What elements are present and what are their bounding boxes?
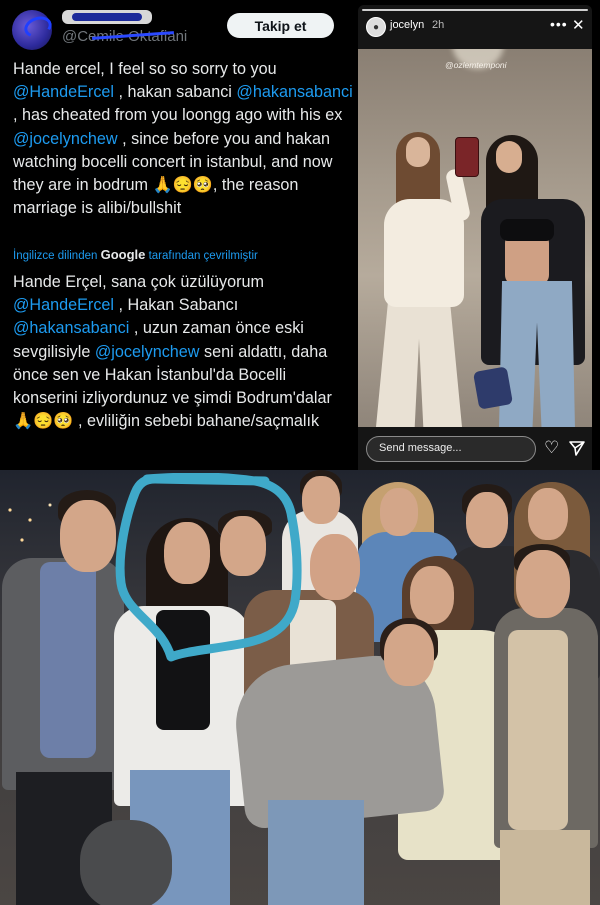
mention-link[interactable]: @hakansabanci — [13, 319, 129, 337]
text-segment: Hande ercel, I feel so so sorry to you — [13, 60, 277, 78]
redacted-display-name — [62, 10, 152, 24]
heart-icon[interactable]: ♡ — [544, 439, 559, 456]
story-time: 2h — [432, 19, 445, 31]
mention-link[interactable]: @hakansabanci — [236, 83, 352, 101]
woman-left-pants — [376, 301, 462, 427]
more-dots-icon[interactable]: ••• — [550, 16, 568, 32]
woman-right-face — [496, 141, 522, 173]
send-icon[interactable] — [568, 439, 586, 457]
woman-right-crop-top — [500, 219, 554, 241]
story-username[interactable]: jocelyn — [390, 19, 424, 31]
annotation-circle — [115, 473, 302, 662]
avatar-scribble — [21, 13, 55, 41]
story-avatar[interactable]: ● — [366, 17, 386, 37]
follow-button[interactable]: Takip et — [227, 13, 334, 38]
story-message-input[interactable]: Send message... — [366, 436, 536, 462]
story-photo: @ozlemtemponi — [358, 49, 592, 427]
text-segment: , has cheated from you loongg ago with h… — [13, 106, 343, 125]
tweet-avatar[interactable] — [12, 10, 55, 50]
mention-link[interactable]: @jocelynchew — [13, 130, 118, 148]
text-segment: Hande Erçel, sana çok üzülüyorum — [13, 273, 265, 291]
woman-left-top — [384, 199, 464, 307]
translation-note-after: tarafından çevrilmiştir — [145, 250, 258, 262]
story-photo-tag[interactable]: @ozlemtemponi — [445, 60, 507, 70]
text-segment: , hakan sabanci — [114, 83, 237, 102]
mention-link[interactable]: @HandeErcel — [13, 296, 114, 314]
instagram-story: ● jocelyn 2h ••• ✕ @ozlemtemponi Send me… — [358, 5, 592, 483]
tweet-panel: @Cemile Oktafiani Takip et Hande ercel, … — [0, 0, 360, 470]
story-message-placeholder: Send message... — [379, 442, 462, 454]
google-brand-text: Google — [100, 247, 146, 262]
mention-link[interactable]: @jocelynchew — [95, 343, 200, 361]
tweet-body-text: Hande ercel, I feel so so sorry to you @… — [13, 58, 355, 220]
text-segment: , Hakan Sabancı — [114, 296, 239, 315]
phone — [455, 137, 479, 177]
woman-left-face — [406, 137, 430, 167]
mention-link[interactable]: @HandeErcel — [13, 83, 114, 101]
translation-note-before: İngilizce dilinden — [13, 250, 101, 262]
handbag — [472, 366, 514, 410]
close-icon[interactable]: ✕ — [572, 16, 585, 34]
translation-note[interactable]: İngilizce dilinden Google tarafından çev… — [13, 247, 258, 262]
tweet-translated-text: Hande Erçel, sana çok üzülüyorum @HandeE… — [13, 271, 355, 433]
story-progress-bar — [362, 9, 588, 11]
